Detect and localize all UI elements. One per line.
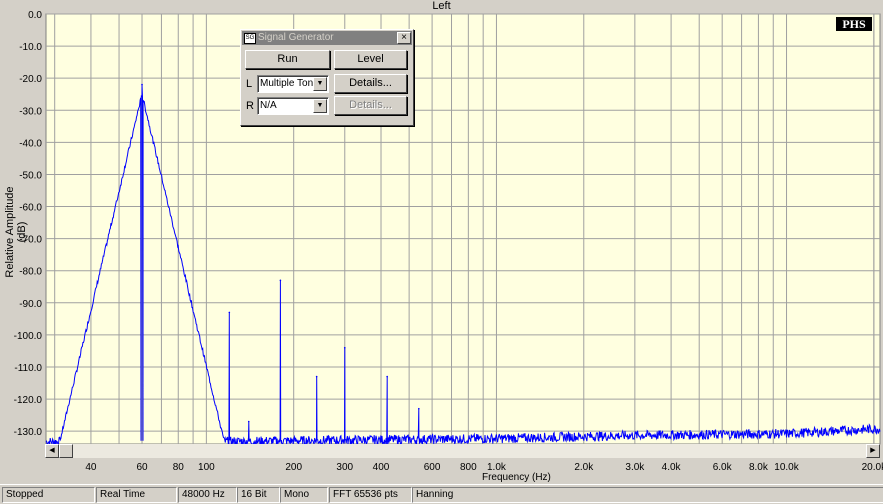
peak-point [418, 407, 420, 410]
peak-point [279, 279, 282, 282]
peak-point [315, 375, 318, 378]
spectrum-chart: 0.0 -10.0 -20.0 -30.0 -40.0 -50.0 -60.0 -70.0 -8… [14, 10, 883, 483]
x-tick-label: 200 [285, 462, 302, 473]
x-tick-label: 100 [198, 462, 215, 473]
scroll-left-arrow-icon[interactable]: ◀ [45, 444, 59, 458]
left-signal-select[interactable]: Multiple Ton ▼ [257, 75, 329, 93]
y-tick-label: -130.0 [14, 427, 43, 438]
status-sample-rate: 48000 Hz [178, 487, 237, 503]
x-tick-label: 40 [85, 462, 97, 473]
status-fft: FFT 65536 pts [329, 487, 412, 503]
phs-logo: PHS [836, 17, 872, 31]
x-tick-label: 800 [460, 462, 477, 473]
left-details-button[interactable]: Details... [334, 74, 407, 93]
chevron-down-icon[interactable]: ▼ [313, 99, 327, 113]
y-tick-label: -70.0 [19, 235, 42, 246]
close-icon[interactable]: × [397, 32, 411, 44]
peak-point [386, 375, 388, 378]
x-tick-label: 80 [173, 462, 185, 473]
frequency-scrollbar[interactable]: ◀ ▶ [45, 444, 880, 458]
status-bar: Stopped Real Time 48000 Hz 16 Bit Mono F… [0, 484, 883, 504]
y-tick-label: -80.0 [19, 267, 42, 278]
status-mode: Real Time [96, 487, 177, 503]
x-tick-label: 3.0k [625, 462, 645, 473]
status-bits: 16 Bit [237, 487, 280, 503]
x-tick-label: 600 [424, 462, 441, 473]
y-tick-label: -40.0 [19, 138, 42, 149]
y-tick-label: -20.0 [19, 74, 42, 85]
signal-generator-icon: SG [244, 33, 256, 44]
y-tick-label: -110.0 [14, 363, 42, 374]
x-tick-label: 8.0k [749, 462, 769, 473]
peak-point [228, 311, 231, 314]
right-details-button: Details... [334, 96, 407, 115]
y-tick-label: -30.0 [19, 106, 42, 117]
x-axis-label: Frequency (Hz) [482, 472, 551, 483]
status-window: Hanning [412, 487, 883, 503]
left-channel-label: L [246, 78, 253, 90]
chevron-down-icon[interactable]: ▼ [313, 77, 327, 91]
peak-point [343, 346, 346, 349]
dialog-titlebar[interactable]: SG Signal Generator × [242, 31, 412, 45]
right-signal-select[interactable]: N/A ▼ [257, 97, 329, 115]
right-channel-label: R [246, 100, 254, 112]
x-tick-label: 10.0k [774, 462, 799, 473]
x-tick-label: 20.0k [862, 462, 883, 473]
y-tick-label: -120.0 [14, 395, 43, 406]
status-state: Stopped [2, 487, 95, 503]
x-tick-label: 60 [136, 462, 148, 473]
dialog-title: Signal Generator [258, 32, 334, 43]
y-tick-label: 0.0 [28, 10, 42, 21]
x-tick-label: 2.0k [574, 462, 594, 473]
scroll-right-arrow-icon[interactable]: ▶ [866, 444, 880, 458]
peak-point [141, 83, 143, 86]
signal-generator-dialog: SG Signal Generator × Run Level L Multip… [240, 29, 414, 126]
x-tick-label: 300 [336, 462, 353, 473]
level-button[interactable]: Level [334, 50, 407, 69]
x-tick-label: 6.0k [713, 462, 733, 473]
right-signal-value: N/A [260, 100, 277, 111]
scroll-thumb[interactable] [59, 444, 73, 458]
x-tick-label: 4.0k [662, 462, 682, 473]
y-tick-label: -100.0 [14, 331, 43, 342]
y-tick-label: -90.0 [19, 299, 42, 310]
y-tick-label: -50.0 [19, 170, 42, 181]
left-signal-value: Multiple Ton [260, 78, 314, 89]
peak-point [247, 420, 250, 423]
status-channels: Mono [280, 487, 328, 503]
y-tick-label: -60.0 [19, 203, 42, 214]
x-tick-label: 400 [373, 462, 390, 473]
y-tick-label: -10.0 [19, 42, 42, 53]
run-button[interactable]: Run [245, 50, 330, 69]
